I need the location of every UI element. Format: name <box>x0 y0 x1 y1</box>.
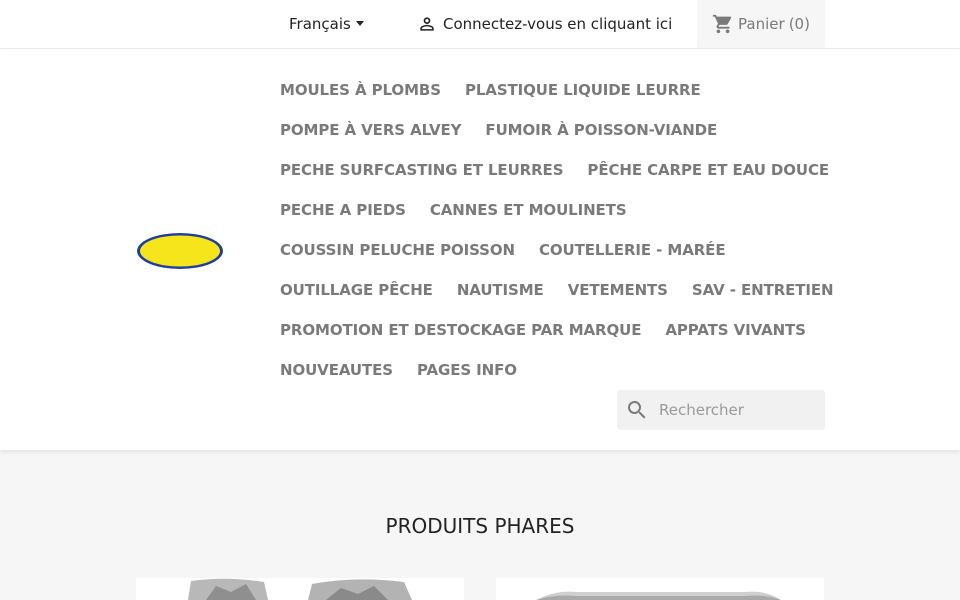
shopping-cart-icon <box>712 14 732 34</box>
login-label: Connectez-vous en cliquant ici <box>443 15 673 33</box>
menu-row: PECHE SURFCASTING ET LEURRES PÊCHE CARPE… <box>280 150 840 190</box>
menu-item-promotion-et-destockage[interactable]: PROMOTION ET DESTOCKAGE PAR MARQUE <box>280 321 641 339</box>
menu-item-pompe-a-vers-alvey[interactable]: POMPE À VERS ALVEY <box>280 121 462 139</box>
site-logo[interactable] <box>136 231 224 271</box>
menu-item-peche-surfcasting-et-leurres[interactable]: PECHE SURFCASTING ET LEURRES <box>280 161 564 179</box>
menu-row: PROMOTION ET DESTOCKAGE PAR MARQUE APPAT… <box>280 310 840 350</box>
search-box <box>617 390 825 430</box>
logo-image <box>137 233 223 269</box>
caret-down-icon <box>355 21 364 26</box>
menu-item-coussin-peluche-poisson[interactable]: COUSSIN PELUCHE POISSON <box>280 241 515 259</box>
product-card[interactable] <box>496 578 824 600</box>
user-icon <box>420 17 434 31</box>
menu-row: OUTILLAGE PÊCHE NAUTISME VETEMENTS SAV -… <box>280 270 840 310</box>
main-menu: MOULES À PLOMBS PLASTIQUE LIQUIDE LEURRE… <box>280 70 840 390</box>
menu-item-appats-vivants[interactable]: APPATS VIVANTS <box>665 321 806 339</box>
menu-item-outillage-peche[interactable]: OUTILLAGE PÊCHE <box>280 281 433 299</box>
menu-item-vetements[interactable]: VETEMENTS <box>568 281 668 299</box>
menu-row: PECHE A PIEDS CANNES ET MOULINETS <box>280 190 840 230</box>
main-header: MOULES À PLOMBS PLASTIQUE LIQUIDE LEURRE… <box>0 49 960 450</box>
language-selector[interactable]: Français <box>289 15 364 33</box>
menu-item-coutellerie-maree[interactable]: COUTELLERIE - MARÉE <box>539 241 726 259</box>
menu-item-nouveautes[interactable]: NOUVEAUTES <box>280 361 393 379</box>
menu-item-nautisme[interactable]: NAUTISME <box>457 281 544 299</box>
menu-item-fumoir-a-poisson-viande[interactable]: FUMOIR À POISSON-VIANDE <box>485 121 717 139</box>
product-card[interactable] <box>136 578 464 600</box>
menu-row: POMPE À VERS ALVEY FUMOIR À POISSON-VIAN… <box>280 110 840 150</box>
menu-item-cannes-et-moulinets[interactable]: CANNES ET MOULINETS <box>430 201 627 219</box>
featured-products-title: PRODUITS PHARES <box>385 514 575 538</box>
menu-row: MOULES À PLOMBS PLASTIQUE LIQUIDE LEURRE <box>280 70 840 110</box>
login-link[interactable]: Connectez-vous en cliquant ici <box>417 14 672 34</box>
cart-label: Panier <box>738 15 785 33</box>
cart-button[interactable]: Panier (0) <box>697 0 825 48</box>
menu-item-plastique-liquide-leurre[interactable]: PLASTIQUE LIQUIDE LEURRE <box>465 81 701 99</box>
menu-item-sav-entretien[interactable]: SAV - ENTRETIEN <box>692 281 834 299</box>
menu-row: COUSSIN PELUCHE POISSON COUTELLERIE - MA… <box>280 230 840 270</box>
product-image <box>188 578 412 600</box>
menu-item-peche-a-pieds[interactable]: PECHE A PIEDS <box>280 201 406 219</box>
search-icon[interactable] <box>625 398 649 422</box>
product-image <box>536 591 781 600</box>
menu-item-peche-carpe-et-eau-douce[interactable]: PÊCHE CARPE ET EAU DOUCE <box>587 161 829 179</box>
cart-count: (0) <box>788 15 810 33</box>
language-label: Français <box>289 15 351 33</box>
menu-row: NOUVEAUTES PAGES INFO <box>280 350 840 390</box>
menu-item-moules-a-plombs[interactable]: MOULES À PLOMBS <box>280 81 441 99</box>
menu-item-pages-info[interactable]: PAGES INFO <box>417 361 517 379</box>
top-bar: Français Connectez-vous en cliquant ici … <box>0 0 960 49</box>
search-input[interactable] <box>657 400 811 420</box>
